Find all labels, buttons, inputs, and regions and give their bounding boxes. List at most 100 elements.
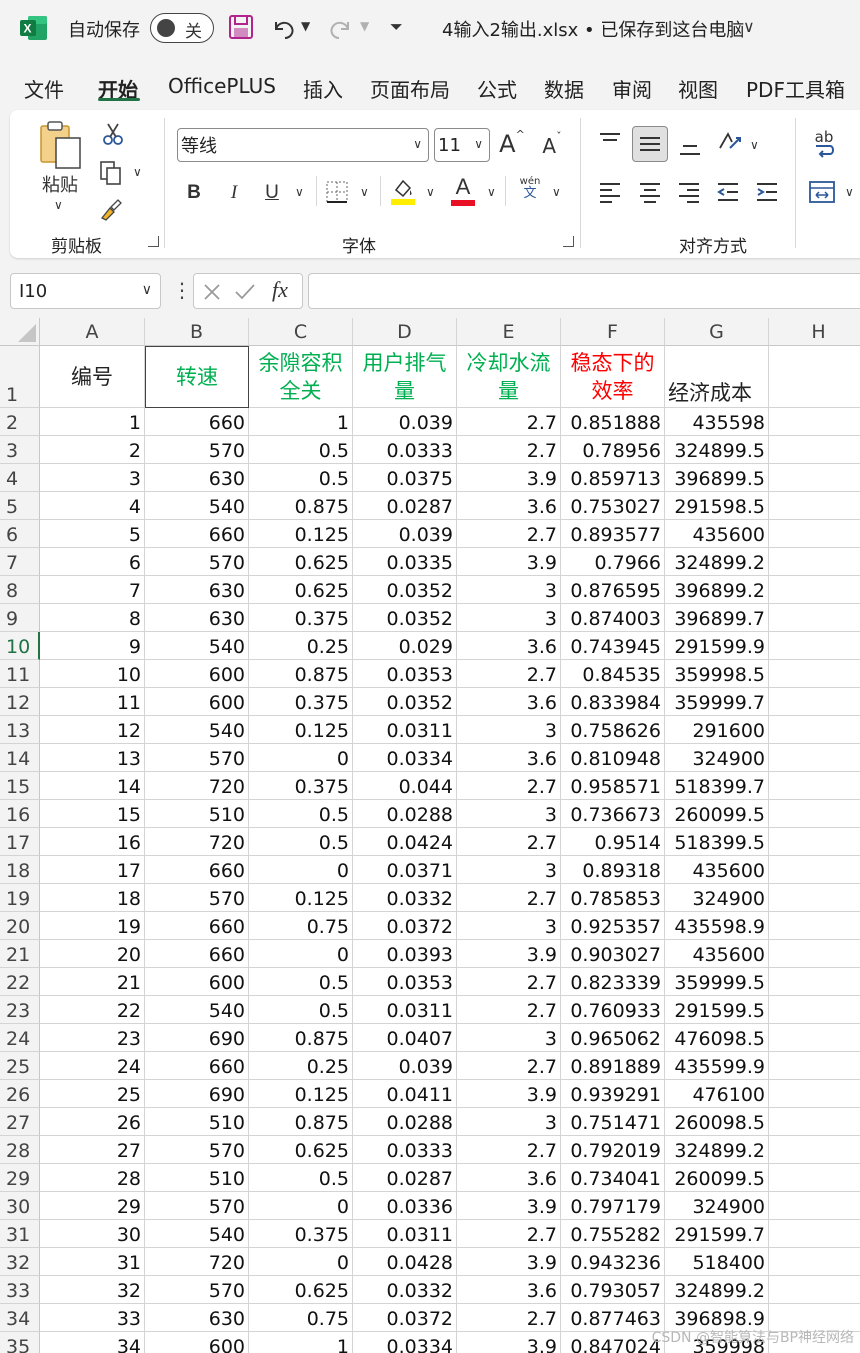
table-cell[interactable]: 0.0428 bbox=[353, 1248, 457, 1276]
table-cell[interactable]: 476100 bbox=[665, 1080, 769, 1108]
column-header-a[interactable]: A bbox=[40, 318, 145, 346]
table-cell[interactable]: 2.7 bbox=[457, 408, 561, 436]
table-cell[interactable]: 0.84535 bbox=[561, 660, 665, 688]
table-cell[interactable]: 510 bbox=[145, 1164, 249, 1192]
copy-dropdown-icon[interactable]: ∨ bbox=[133, 165, 142, 179]
table-cell[interactable]: 2.7 bbox=[457, 1052, 561, 1080]
table-cell[interactable]: 291599.7 bbox=[665, 1220, 769, 1248]
tab-pdf-tools[interactable]: PDF工具箱 bbox=[746, 74, 845, 103]
table-cell[interactable]: 0.903027 bbox=[561, 940, 665, 968]
table-cell[interactable]: 3.6 bbox=[457, 1276, 561, 1304]
table-cell[interactable]: 0.859713 bbox=[561, 464, 665, 492]
table-cell[interactable]: 0 bbox=[249, 744, 353, 772]
table-cell[interactable]: 720 bbox=[145, 772, 249, 800]
table-cell[interactable] bbox=[769, 800, 860, 828]
copy-icon[interactable] bbox=[98, 160, 124, 186]
table-cell[interactable]: 2.7 bbox=[457, 996, 561, 1024]
header-cell[interactable]: 冷却水流量 bbox=[457, 346, 561, 408]
row-header[interactable]: 16 bbox=[0, 800, 40, 828]
row-header[interactable]: 9 bbox=[0, 604, 40, 632]
table-cell[interactable]: 0 bbox=[249, 1248, 353, 1276]
table-cell[interactable]: 600 bbox=[145, 660, 249, 688]
table-cell[interactable] bbox=[769, 1136, 860, 1164]
table-cell[interactable]: 0.375 bbox=[249, 688, 353, 716]
column-header-b[interactable]: B bbox=[145, 318, 249, 346]
table-cell[interactable]: 0.0336 bbox=[353, 1192, 457, 1220]
orientation-dropdown-icon[interactable]: ∨ bbox=[750, 138, 759, 152]
table-cell[interactable]: 660 bbox=[145, 856, 249, 884]
table-cell[interactable]: 2.7 bbox=[457, 520, 561, 548]
table-cell[interactable]: 0.939291 bbox=[561, 1080, 665, 1108]
table-cell[interactable] bbox=[769, 604, 860, 632]
row-header[interactable]: 30 bbox=[0, 1192, 40, 1220]
table-cell[interactable]: 0.0393 bbox=[353, 940, 457, 968]
table-cell[interactable]: 0.0334 bbox=[353, 1332, 457, 1353]
table-cell[interactable] bbox=[769, 1108, 860, 1136]
shrink-font-button[interactable]: Aˇ bbox=[538, 130, 566, 162]
table-cell[interactable]: 7 bbox=[40, 576, 145, 604]
table-cell[interactable]: 510 bbox=[145, 800, 249, 828]
row-header[interactable]: 34 bbox=[0, 1304, 40, 1332]
table-cell[interactable] bbox=[769, 1052, 860, 1080]
table-cell[interactable]: 23 bbox=[40, 1024, 145, 1052]
table-cell[interactable]: 0.039 bbox=[353, 520, 457, 548]
table-cell[interactable]: 690 bbox=[145, 1080, 249, 1108]
table-cell[interactable]: 3.9 bbox=[457, 464, 561, 492]
table-cell[interactable]: 660 bbox=[145, 1052, 249, 1080]
table-cell[interactable]: 660 bbox=[145, 408, 249, 436]
table-cell[interactable]: 0 bbox=[249, 940, 353, 968]
table-cell[interactable]: 0.5 bbox=[249, 828, 353, 856]
row-header[interactable]: 23 bbox=[0, 996, 40, 1024]
table-cell[interactable]: 359999.5 bbox=[665, 968, 769, 996]
table-cell[interactable]: 2.7 bbox=[457, 1304, 561, 1332]
font-launcher-icon[interactable] bbox=[563, 236, 574, 247]
table-cell[interactable]: 0.044 bbox=[353, 772, 457, 800]
table-cell[interactable]: 0.0353 bbox=[353, 660, 457, 688]
table-cell[interactable]: 0.0332 bbox=[353, 1276, 457, 1304]
table-cell[interactable]: 0.0287 bbox=[353, 492, 457, 520]
table-cell[interactable]: 0.0311 bbox=[353, 716, 457, 744]
row-header[interactable]: 19 bbox=[0, 884, 40, 912]
table-cell[interactable]: 20 bbox=[40, 940, 145, 968]
table-cell[interactable]: 24 bbox=[40, 1052, 145, 1080]
table-cell[interactable]: 0.039 bbox=[353, 408, 457, 436]
table-cell[interactable] bbox=[769, 772, 860, 800]
table-cell[interactable]: 0.0352 bbox=[353, 576, 457, 604]
table-cell[interactable]: 25 bbox=[40, 1080, 145, 1108]
table-cell[interactable]: 630 bbox=[145, 604, 249, 632]
top-align-icon[interactable] bbox=[598, 132, 622, 152]
table-cell[interactable] bbox=[769, 1220, 860, 1248]
align-right-icon[interactable] bbox=[677, 180, 701, 204]
table-cell[interactable] bbox=[769, 968, 860, 996]
table-cell[interactable]: 5 bbox=[40, 520, 145, 548]
table-cell[interactable]: 435600 bbox=[665, 856, 769, 884]
table-cell[interactable]: 0.89318 bbox=[561, 856, 665, 884]
table-cell[interactable]: 13 bbox=[40, 744, 145, 772]
table-cell[interactable]: 19 bbox=[40, 912, 145, 940]
tab-file[interactable]: 文件 bbox=[24, 74, 64, 103]
font-name-select[interactable]: 等线 ∨ bbox=[177, 128, 429, 162]
borders-icon[interactable] bbox=[325, 180, 349, 204]
table-cell[interactable]: 0.5 bbox=[249, 968, 353, 996]
table-cell[interactable] bbox=[769, 520, 860, 548]
table-cell[interactable]: 324900 bbox=[665, 884, 769, 912]
phonetic-dropdown-icon[interactable]: ∨ bbox=[552, 185, 561, 199]
table-cell[interactable]: 518399.7 bbox=[665, 772, 769, 800]
table-cell[interactable] bbox=[769, 996, 860, 1024]
table-cell[interactable]: 0.125 bbox=[249, 1080, 353, 1108]
table-cell[interactable]: 324899.2 bbox=[665, 548, 769, 576]
table-cell[interactable]: 2 bbox=[40, 436, 145, 464]
row-header[interactable]: 10 bbox=[0, 632, 40, 660]
table-cell[interactable]: 0.743945 bbox=[561, 632, 665, 660]
table-cell[interactable]: 0.625 bbox=[249, 1136, 353, 1164]
row-header[interactable]: 17 bbox=[0, 828, 40, 856]
table-cell[interactable]: 0.753027 bbox=[561, 492, 665, 520]
table-cell[interactable]: 3 bbox=[457, 912, 561, 940]
table-cell[interactable]: 0.833984 bbox=[561, 688, 665, 716]
table-cell[interactable]: 570 bbox=[145, 744, 249, 772]
table-cell[interactable]: 476098.5 bbox=[665, 1024, 769, 1052]
merge-center-icon[interactable] bbox=[808, 180, 836, 204]
merge-dropdown-icon[interactable]: ∨ bbox=[845, 185, 854, 199]
align-left-icon[interactable] bbox=[598, 180, 622, 204]
table-cell[interactable]: 0.5 bbox=[249, 436, 353, 464]
